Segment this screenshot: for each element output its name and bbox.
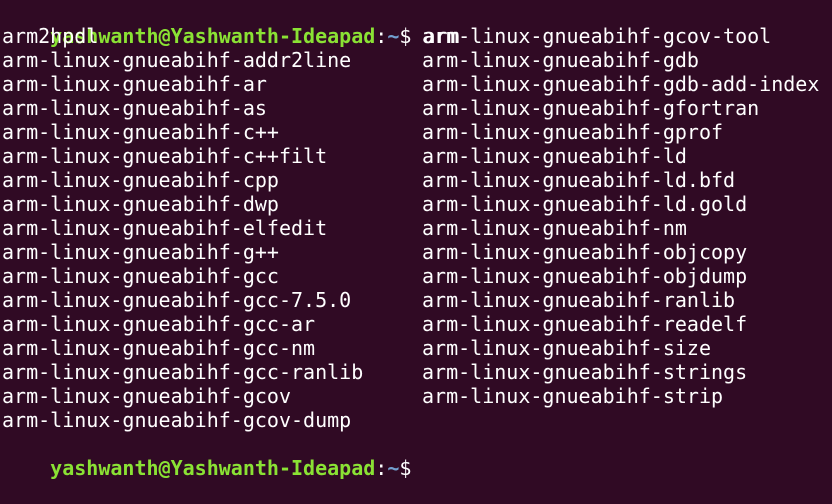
completion-item: arm-linux-gnueabihf-gdb: [422, 48, 699, 72]
completion-column-right: arm-linux-gnueabihf-gcov-tool arm-linux-…: [422, 24, 819, 408]
completion-item: arm-linux-gnueabihf-gprof: [422, 120, 724, 144]
completion-item: arm-linux-gnueabihf-objcopy: [422, 240, 748, 264]
completion-item: arm-linux-gnueabihf-ar: [2, 72, 267, 96]
completion-item: arm-linux-gnueabihf-dwp: [2, 192, 279, 216]
completion-item: arm-linux-gnueabihf-c++: [2, 120, 279, 144]
completion-item: arm-linux-gnueabihf-gcc-ranlib: [2, 360, 364, 384]
prompt-path: ~: [387, 456, 400, 480]
completion-item: arm-linux-gnueabihf-ranlib: [422, 288, 736, 312]
prompt-symbol: $: [399, 24, 424, 48]
prompt-symbol: $: [399, 456, 424, 480]
completion-item: arm-linux-gnueabihf-addr2line: [2, 48, 352, 72]
completion-item: arm-linux-gnueabihf-nm: [422, 216, 687, 240]
completion-item: arm-linux-gnueabihf-gcc-7.5.0: [2, 288, 352, 312]
terminal-window[interactable]: yashwanth@Yashwanth-Ideapad:~$ arm arm2h…: [0, 0, 832, 480]
completion-item: arm-linux-gnueabihf-gcov: [2, 384, 291, 408]
completion-item: arm-linux-gnueabihf-strip: [422, 384, 724, 408]
next-prompt-line: yashwanth@Yashwanth-Ideapad:~$: [2, 432, 423, 480]
completion-column-left: arm2hpdl arm-linux-gnueabihf-addr2line a…: [2, 24, 363, 432]
completion-item: arm-linux-gnueabihf-as: [2, 96, 267, 120]
prompt-colon: :: [375, 24, 388, 48]
completion-item: arm-linux-gnueabihf-strings: [422, 360, 748, 384]
completion-item: arm-linux-gnueabihf-gfortran: [422, 96, 760, 120]
completion-item: arm-linux-gnueabihf-c++filt: [2, 144, 328, 168]
completion-item: arm-linux-gnueabihf-ld.gold: [422, 192, 748, 216]
completion-item: arm-linux-gnueabihf-gcov-dump: [2, 408, 352, 432]
prompt-user-host: yashwanth@Yashwanth-Ideapad: [50, 456, 376, 480]
completion-item: arm-linux-gnueabihf-gcc: [2, 264, 279, 288]
completion-item: arm-linux-gnueabihf-readelf: [422, 312, 748, 336]
prompt-path: ~: [387, 24, 400, 48]
prompt-colon: :: [375, 456, 388, 480]
completion-item: arm-linux-gnueabihf-gcc-ar: [2, 312, 316, 336]
completion-item: arm-linux-gnueabihf-gdb-add-index: [422, 72, 820, 96]
completion-item: arm2hpdl: [2, 24, 99, 48]
command-prompt-line: yashwanth@Yashwanth-Ideapad:~$ arm: [2, 0, 459, 48]
completion-item: arm-linux-gnueabihf-cpp: [2, 168, 279, 192]
completion-item: arm-linux-gnueabihf-g++: [2, 240, 279, 264]
completion-item: arm-linux-gnueabihf-gcc-nm: [2, 336, 316, 360]
completion-item: arm-linux-gnueabihf-ld.bfd: [422, 168, 736, 192]
completion-item: arm-linux-gnueabihf-objdump: [422, 264, 748, 288]
completion-item: arm-linux-gnueabihf-elfedit: [2, 216, 328, 240]
completion-item: arm-linux-gnueabihf-size: [422, 336, 711, 360]
completion-item: arm-linux-gnueabihf-ld: [422, 144, 687, 168]
completion-item: arm-linux-gnueabihf-gcov-tool: [422, 24, 772, 48]
